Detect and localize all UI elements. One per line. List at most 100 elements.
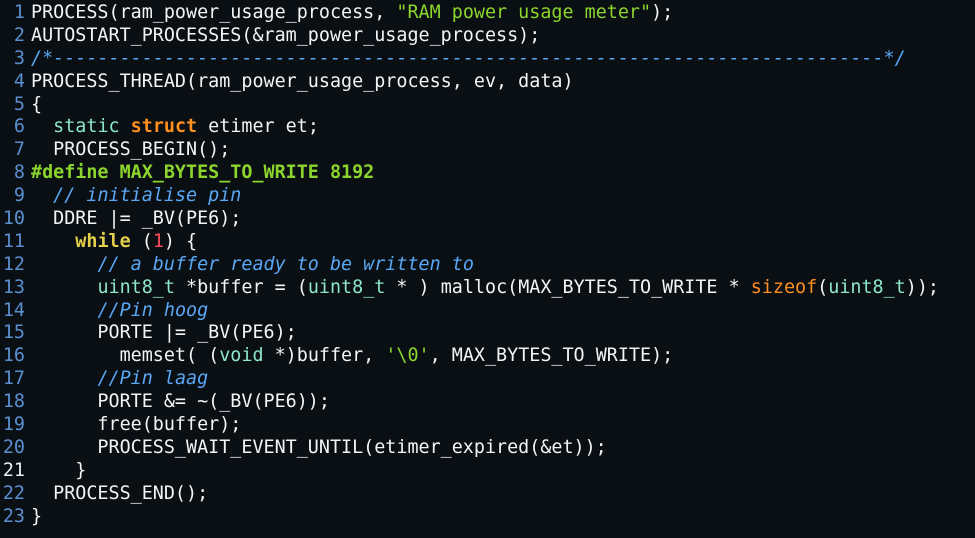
- code-token: ) {: [163, 230, 198, 252]
- code-token: "RAM power usage meter": [396, 2, 652, 23]
- code-token: PROCESS(ram_power_usage_process,: [31, 2, 397, 23]
- line-code[interactable]: PROCESS_END();: [25, 483, 208, 506]
- line-number: 22: [2, 482, 25, 504]
- code-line[interactable]: 9 // initialise pin: [0, 185, 975, 208]
- code-token: {: [31, 93, 43, 115]
- code-token: uint8_t: [97, 276, 175, 298]
- code-line[interactable]: 4 PROCESS_THREAD(ram_power_usage_process,…: [0, 71, 975, 94]
- line-code[interactable]: {: [25, 94, 42, 117]
- code-line[interactable]: 2 AUTOSTART_PROCESSES(&ram_power_usage_pr…: [0, 25, 975, 48]
- line-number: 6: [13, 116, 25, 138]
- code-token: (: [130, 230, 153, 252]
- line-number: 8: [13, 162, 25, 184]
- line-code[interactable]: //Pin laag: [25, 368, 208, 391]
- line-number: 10: [2, 208, 25, 230]
- code-token: etimer et;: [197, 116, 319, 138]
- code-token: // a buffer ready to be written to: [97, 253, 474, 275]
- line-number: 16: [2, 345, 25, 367]
- code-line[interactable]: 17 //Pin laag: [0, 368, 975, 391]
- line-number: 21: [2, 459, 25, 481]
- line-code[interactable]: PROCESS(ram_power_usage_process, "RAM po…: [25, 2, 673, 25]
- code-token: PORTE |= _BV(PE6);: [31, 322, 297, 344]
- code-token: //Pin hoog: [97, 299, 209, 321]
- line-code[interactable]: DDRE |= _BV(PE6);: [25, 208, 241, 231]
- line-number: 11: [2, 230, 25, 252]
- line-code[interactable]: #define MAX_BYTES_TO_WRITE 8192: [25, 162, 374, 185]
- line-code[interactable]: //Pin hoog: [25, 300, 208, 323]
- code-token: DDRE |= _BV(PE6);: [31, 208, 242, 230]
- code-line[interactable]: 10 DDRE |= _BV(PE6);: [0, 208, 975, 231]
- code-line[interactable]: 14 //Pin hoog: [0, 300, 975, 323]
- code-line[interactable]: 13 uint8_t *buffer = (uint8_t * ) malloc…: [0, 277, 975, 300]
- code-token: sizeof: [750, 276, 818, 298]
- line-number: 5: [13, 93, 25, 115]
- code-line[interactable]: 1 PROCESS(ram_power_usage_process, "RAM p…: [0, 2, 975, 25]
- code-line[interactable]: 21 }: [0, 460, 975, 483]
- code-token: PROCESS_WAIT_EVENT_UNTIL(etimer_expired(…: [31, 436, 607, 458]
- code-line[interactable]: 20 PROCESS_WAIT_EVENT_UNTIL(etimer_expir…: [0, 437, 975, 460]
- line-code[interactable]: while (1) {: [25, 231, 197, 254]
- code-token: , MAX_BYTES_TO_WRITE);: [429, 345, 674, 367]
- line-code[interactable]: // a buffer ready to be written to: [25, 253, 474, 277]
- line-code[interactable]: PROCESS_THREAD(ram_power_usage_process, …: [25, 71, 574, 94]
- line-code[interactable]: AUTOSTART_PROCESSES(&ram_power_usage_pro…: [25, 25, 540, 48]
- code-token: AUTOSTART_PROCESSES(&ram_power_usage_pro…: [31, 24, 541, 46]
- code-line[interactable]: 16 memset( (void *)buffer, '\0', MAX_BYT…: [0, 345, 975, 368]
- line-code[interactable]: free(buffer);: [25, 414, 241, 437]
- line-number: 17: [2, 368, 25, 390]
- line-number: 20: [2, 436, 25, 458]
- code-line[interactable]: 15 PORTE |= _BV(PE6);: [0, 322, 975, 345]
- code-token: /*--------------------------------------…: [31, 47, 906, 69]
- code-line[interactable]: 5{: [0, 94, 975, 117]
- line-number: 12: [2, 253, 25, 275]
- code-line[interactable]: 19 free(buffer);: [0, 414, 975, 437]
- code-token: PORTE &= ~(_BV(PE6));: [31, 391, 330, 413]
- code-token: #define MAX_BYTES_TO_WRITE 8192: [31, 162, 375, 184]
- code-line[interactable]: 23}: [0, 506, 975, 529]
- line-number: 3: [13, 47, 25, 69]
- code-editor[interactable]: 1 PROCESS(ram_power_usage_process, "RAM p…: [0, 0, 975, 538]
- line-code[interactable]: PROCESS_BEGIN();: [25, 139, 230, 162]
- line-number: 23: [2, 505, 25, 527]
- line-code[interactable]: // initialise pin: [25, 185, 241, 208]
- line-number: 15: [2, 322, 25, 344]
- line-code[interactable]: }: [25, 506, 42, 529]
- code-token: PROCESS_END();: [31, 482, 209, 504]
- code-token: ));: [905, 276, 939, 298]
- line-code[interactable]: /*--------------------------------------…: [25, 48, 906, 71]
- code-token: '\0': [385, 345, 430, 367]
- line-number: 19: [2, 414, 25, 436]
- code-token: *buffer = (: [174, 276, 308, 298]
- line-number: 1: [13, 2, 25, 23]
- code-token: free(buffer);: [31, 414, 242, 436]
- code-line[interactable]: 7 PROCESS_BEGIN();: [0, 139, 975, 162]
- line-code[interactable]: PORTE |= _BV(PE6);: [25, 322, 297, 345]
- line-code[interactable]: PORTE &= ~(_BV(PE6));: [25, 391, 330, 414]
- code-line[interactable]: 18 PORTE &= ~(_BV(PE6));: [0, 391, 975, 414]
- code-token: static: [53, 116, 120, 138]
- line-number: 14: [2, 299, 25, 321]
- code-token: uint8_t: [828, 276, 906, 298]
- code-token: );: [651, 2, 674, 23]
- code-token: 1: [152, 230, 164, 252]
- code-token: }: [31, 459, 87, 481]
- code-line[interactable]: 11 while (1) {: [0, 231, 975, 254]
- line-code[interactable]: PROCESS_WAIT_EVENT_UNTIL(etimer_expired(…: [25, 436, 607, 460]
- line-code[interactable]: static struct etimer et;: [25, 116, 319, 139]
- line-code[interactable]: memset( (void *)buffer, '\0', MAX_BYTES_…: [25, 345, 674, 368]
- code-token: while: [75, 230, 131, 252]
- code-line[interactable]: 12 // a buffer ready to be written to: [0, 254, 975, 277]
- code-line[interactable]: 6 static struct etimer et;: [0, 116, 975, 139]
- code-line[interactable]: 8 #define MAX_BYTES_TO_WRITE 8192: [0, 162, 975, 185]
- code-token: void: [219, 345, 264, 367]
- line-code[interactable]: uint8_t *buffer = (uint8_t * ) malloc(MA…: [25, 277, 939, 300]
- line-code[interactable]: }: [25, 460, 86, 483]
- code-line[interactable]: 22 PROCESS_END();: [0, 483, 975, 506]
- code-token: * ) malloc(MAX_BYTES_TO_WRITE *: [385, 276, 751, 298]
- code-line[interactable]: 3 /*-------------------------------------…: [0, 48, 975, 71]
